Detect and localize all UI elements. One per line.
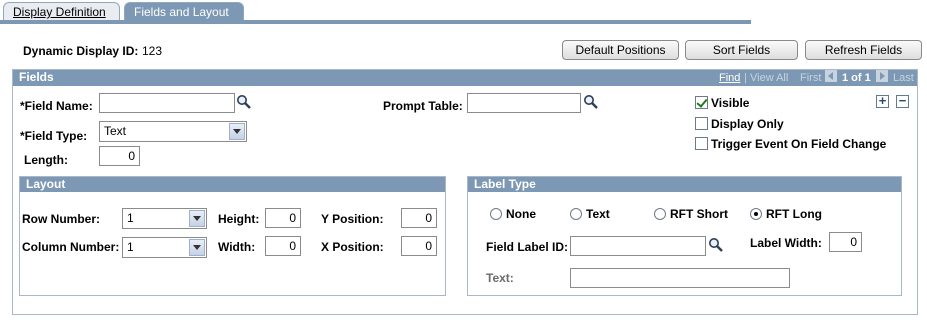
dynamic-display-id-label: Dynamic Display ID: — [23, 44, 139, 58]
height-input[interactable] — [265, 208, 301, 228]
add-row-button[interactable]: + — [876, 94, 889, 108]
label-type-section-title: Label Type — [474, 177, 536, 191]
field-name-input[interactable] — [99, 93, 235, 113]
trigger-event-checkbox[interactable] — [695, 137, 708, 150]
chevron-down-icon[interactable] — [189, 210, 205, 227]
column-number-label: Column Number: — [22, 240, 120, 254]
column-number-value: 1 — [127, 240, 134, 254]
last-link[interactable]: Last — [893, 72, 914, 84]
label-width-label: Label Width: — [750, 236, 822, 250]
length-label: Length: — [24, 153, 68, 167]
find-link[interactable]: Find — [719, 72, 740, 84]
field-label-id-lookup-icon[interactable] — [708, 237, 724, 253]
delete-row-button[interactable]: − — [896, 94, 909, 108]
width-input[interactable] — [265, 236, 301, 256]
display-only-label: Display Only — [711, 117, 784, 131]
left-arrow-icon[interactable] — [825, 70, 837, 82]
right-arrow-icon[interactable] — [876, 70, 888, 82]
y-position-input[interactable] — [401, 208, 437, 228]
prompt-table-lookup-icon[interactable] — [583, 94, 599, 110]
field-type-select[interactable]: Text — [99, 121, 247, 142]
label-type-section-header: Label Type — [468, 177, 901, 192]
prompt-table-input[interactable] — [467, 93, 581, 113]
sort-fields-button[interactable]: Sort Fields — [685, 40, 798, 60]
field-name-lookup-icon[interactable] — [236, 94, 252, 110]
tab-display-definition-label: Display Definition — [13, 5, 106, 19]
default-positions-button[interactable]: Default Positions — [562, 40, 679, 60]
first-link[interactable]: First — [800, 72, 821, 84]
row-number-label: Row Number: — [22, 212, 100, 226]
nav-separator: | — [744, 72, 747, 84]
field-type-label: *Field Type: — [20, 129, 88, 143]
display-only-checkbox[interactable] — [695, 117, 708, 130]
visible-checkbox[interactable] — [695, 96, 708, 109]
text-input[interactable] — [570, 268, 790, 288]
radio-rft-long-label: RFT Long — [766, 207, 822, 221]
field-label-id-label: Field Label ID: — [486, 240, 569, 254]
row-count: 1 of 1 — [842, 72, 871, 84]
radio-none-label: None — [506, 207, 536, 221]
label-width-input[interactable] — [829, 232, 862, 252]
length-input[interactable] — [99, 146, 140, 166]
radio-text[interactable] — [570, 208, 582, 220]
layout-section: Layout — [19, 176, 446, 296]
view-all-link[interactable]: View All — [750, 72, 788, 84]
row-number-select[interactable]: 1 — [122, 208, 207, 229]
radio-rft-long[interactable] — [750, 208, 762, 220]
chevron-down-icon[interactable] — [229, 123, 245, 140]
x-position-label: X Position: — [321, 240, 384, 254]
field-name-label: *Field Name: — [20, 99, 93, 113]
refresh-fields-button[interactable]: Refresh Fields — [805, 40, 922, 60]
column-number-select[interactable]: 1 — [122, 237, 207, 258]
tab-fields-and-layout-label: Fields and Layout — [134, 5, 229, 19]
y-position-label: Y Position: — [321, 212, 384, 226]
prompt-table-label: Prompt Table: — [383, 99, 463, 113]
fields-section-title: Fields — [19, 70, 54, 84]
dynamic-display-id-value: 123 — [142, 44, 163, 58]
x-position-input[interactable] — [401, 236, 437, 256]
layout-section-title: Layout — [26, 177, 66, 191]
radio-none[interactable] — [490, 208, 502, 220]
tab-bar-underline — [0, 20, 751, 24]
field-type-value: Text — [104, 124, 127, 138]
radio-rft-short[interactable] — [654, 208, 666, 220]
text-label: Text: — [486, 271, 514, 285]
height-label: Height: — [218, 212, 260, 226]
field-label-id-input[interactable] — [570, 236, 706, 256]
visible-label: Visible — [711, 96, 750, 110]
layout-section-header: Layout — [20, 177, 445, 192]
radio-text-label: Text — [586, 207, 610, 221]
trigger-event-label: Trigger Event On Field Change — [711, 137, 887, 151]
radio-rft-short-label: RFT Short — [670, 207, 728, 221]
chevron-down-icon[interactable] — [189, 239, 205, 256]
width-label: Width: — [218, 240, 256, 254]
row-number-value: 1 — [127, 211, 134, 225]
